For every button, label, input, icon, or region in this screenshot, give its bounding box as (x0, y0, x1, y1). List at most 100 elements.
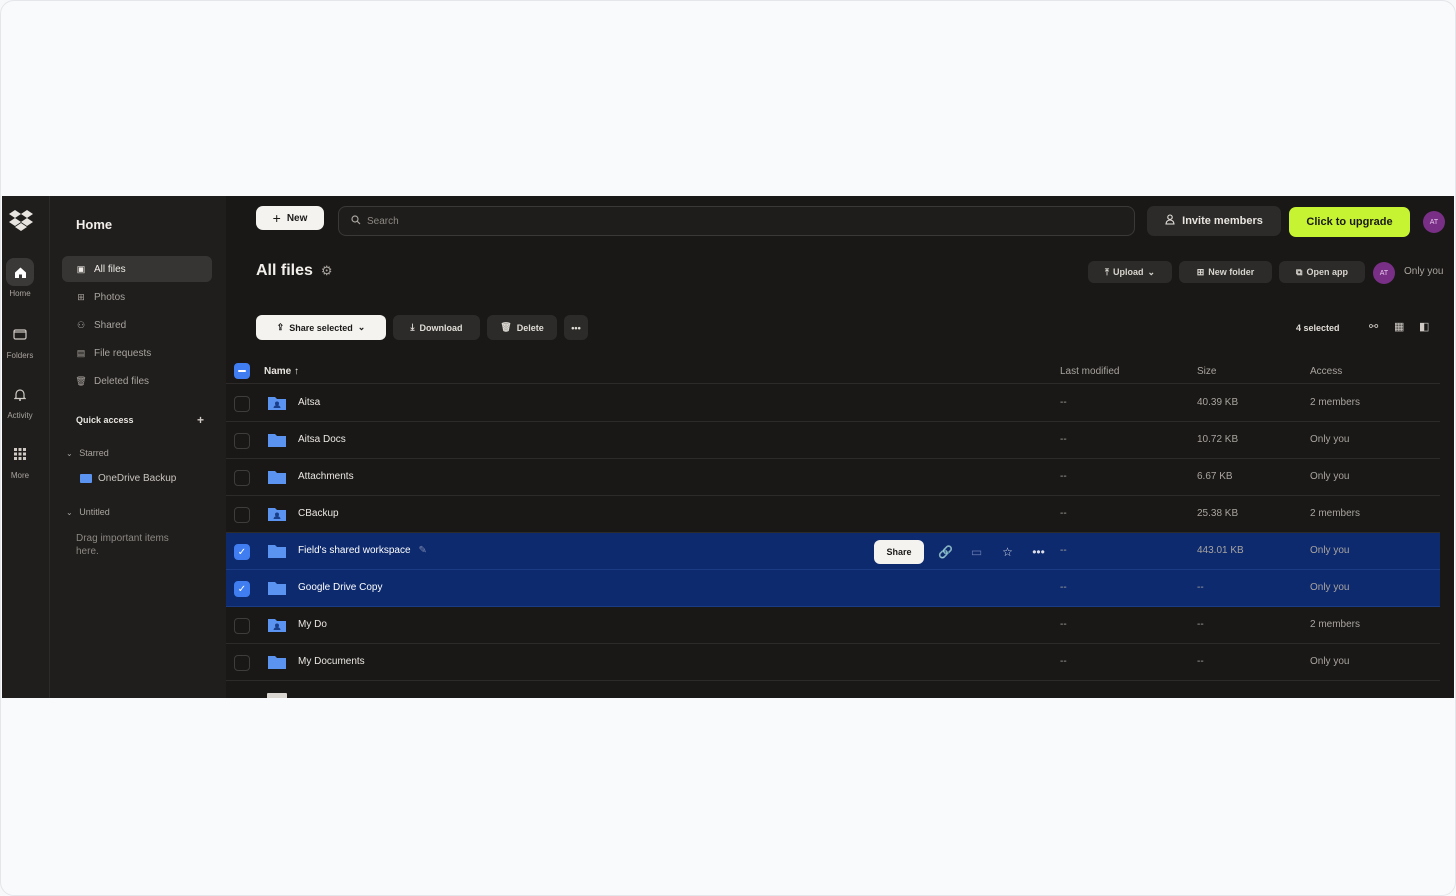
table-row-selected[interactable]: ✓ Field's shared workspace ✎ Share 🔗 ▭ ☆ … (226, 533, 1440, 570)
row-share-button[interactable]: Share (874, 539, 924, 564)
share-icon: ⇪ (276, 322, 285, 332)
sidebar-item-photos[interactable]: ⊞ Photos (62, 284, 212, 310)
table-row[interactable]: My Do -- -- 2 members (226, 607, 1440, 644)
delete-button[interactable]: 🗑 Delete (487, 315, 557, 340)
upgrade-button[interactable]: Click to upgrade (1289, 207, 1410, 237)
more-horizontal-icon[interactable]: ••• (1029, 545, 1048, 559)
column-header-name[interactable]: Name ↑ (264, 366, 299, 377)
row-checkbox[interactable] (234, 396, 250, 412)
gear-icon[interactable]: ⚙ (321, 263, 333, 278)
row-modified: -- (1060, 471, 1067, 482)
download-button[interactable]: ⤓ Download (393, 315, 480, 340)
column-header-access[interactable]: Access (1310, 366, 1342, 377)
avatar[interactable]: AT (1423, 211, 1445, 233)
rail-home[interactable]: Home (2, 258, 38, 298)
sidebar-item-label: Photos (94, 291, 126, 303)
file-name[interactable]: My Documents (298, 656, 365, 667)
sidebar-item-label: Shared (94, 319, 127, 331)
sidebar-item-file-requests[interactable]: ▤ File requests (62, 340, 212, 366)
download-icon: ⤓ (410, 322, 415, 332)
untitled-label: Untitled (79, 507, 110, 517)
column-header-size[interactable]: Size (1197, 366, 1216, 377)
invite-label: Invite members (1182, 215, 1263, 227)
star-icon[interactable]: ☆ (998, 545, 1017, 559)
avatar[interactable]: AT (1373, 262, 1395, 284)
row-access: 2 members (1310, 619, 1361, 630)
file-name[interactable]: My Do (298, 619, 327, 630)
row-checkbox[interactable] (234, 618, 250, 634)
file-name[interactable]: Field's shared workspace ✎ (298, 545, 427, 556)
row-checkbox[interactable] (234, 433, 250, 449)
share-tree-icon[interactable]: ⚯ (1369, 320, 1378, 333)
open-folder-icon[interactable]: ▭ (967, 545, 986, 559)
panel-toggle-icon[interactable]: ◧ (1419, 320, 1429, 333)
table-row[interactable]: Attachments -- 6.67 KB Only you (226, 459, 1440, 496)
bell-icon (6, 380, 34, 408)
dropbox-logo-icon[interactable] (8, 208, 36, 232)
row-access: Only you (1310, 471, 1350, 482)
more-actions-button[interactable]: ••• (564, 315, 588, 340)
column-header-modified[interactable]: Last modified (1060, 366, 1119, 377)
starred-item-onedrive-backup[interactable]: OneDrive Backup (80, 473, 176, 484)
table-row-selected[interactable]: ✓ Google Drive Copy -- -- Only you (226, 570, 1440, 607)
grid-view-icon[interactable]: ▦ (1394, 320, 1404, 333)
new-button[interactable]: + New (256, 206, 324, 230)
search-input[interactable]: Search (338, 206, 1135, 236)
row-access: Only you (1310, 545, 1350, 556)
file-name[interactable]: CBackup (298, 508, 339, 519)
home-icon (6, 258, 34, 286)
row-checkbox-checked[interactable]: ✓ (234, 544, 250, 560)
row-checkbox[interactable] (234, 655, 250, 671)
starred-label: Starred (79, 448, 109, 458)
sidebar-item-all-files[interactable]: ▣ All files (62, 256, 212, 282)
table-row[interactable]: Aitsa Docs -- 10.72 KB Only you (226, 422, 1440, 459)
table-row[interactable]: My Documents -- -- Only you (226, 644, 1440, 681)
table-row[interactable]: CBackup -- 25.38 KB 2 members (226, 496, 1440, 533)
left-rail: Home Folders Activity More (2, 196, 50, 698)
open-app-button[interactable]: ⧉ Open app (1279, 261, 1365, 283)
rail-activity[interactable]: Activity (2, 380, 38, 420)
grid-icon (6, 440, 34, 468)
untitled-group-toggle[interactable]: ⌄ Untitled (66, 507, 110, 517)
new-label: New (286, 212, 308, 224)
person-add-icon (1165, 214, 1176, 228)
row-checkbox[interactable] (234, 470, 250, 486)
selected-count: 4 selected (1296, 323, 1340, 333)
file-name[interactable]: Attachments (298, 471, 354, 482)
rail-label: Home (9, 289, 31, 298)
folder-icon (268, 434, 286, 447)
quick-access-header: Quick access + (76, 413, 204, 427)
new-folder-label: New folder (1208, 267, 1255, 277)
rail-more[interactable]: More (2, 440, 38, 480)
starred-group-toggle[interactable]: ⌄ Starred (66, 448, 109, 458)
all-files-icon: ▣ (76, 263, 86, 274)
sidebar-item-shared[interactable]: ⚇ Shared (62, 312, 212, 338)
row-access: 2 members (1310, 397, 1361, 408)
new-folder-button[interactable]: ⊞ New folder (1179, 261, 1272, 283)
upload-button[interactable]: ⤒ Upload ⌄ (1088, 261, 1172, 283)
search-placeholder: Search (367, 215, 399, 227)
select-all-checkbox[interactable] (234, 363, 250, 379)
sidebar-item-label: All files (94, 263, 126, 275)
table-row[interactable]: Aitsa -- 40.39 KB 2 members (226, 385, 1440, 422)
row-modified: -- (1060, 397, 1067, 408)
sidebar-item-deleted-files[interactable]: 🗑 Deleted files (62, 368, 212, 394)
file-name[interactable]: Aitsa (298, 397, 320, 408)
rail-folders[interactable]: Folders (2, 320, 38, 360)
sidebar-item-label: File requests (94, 347, 152, 359)
file-requests-icon: ▤ (76, 347, 86, 358)
open-app-label: Open app (1306, 267, 1348, 277)
link-icon[interactable]: 🔗 (936, 545, 955, 559)
pencil-icon[interactable]: ✎ (419, 545, 427, 556)
row-checkbox[interactable] (234, 507, 250, 523)
plus-icon: + (272, 210, 281, 226)
share-selected-button[interactable]: ⇪ Share selected ⌄ (256, 315, 386, 340)
chevron-down-icon: ⌄ (357, 322, 366, 332)
shared-icon: ⚇ (76, 319, 86, 330)
table-row-partial (226, 693, 1440, 698)
row-checkbox-checked[interactable]: ✓ (234, 581, 250, 597)
file-name[interactable]: Aitsa Docs (298, 434, 346, 445)
invite-members-button[interactable]: Invite members (1147, 206, 1281, 236)
file-name[interactable]: Google Drive Copy (298, 582, 382, 593)
add-quick-access-icon[interactable]: + (197, 413, 204, 427)
